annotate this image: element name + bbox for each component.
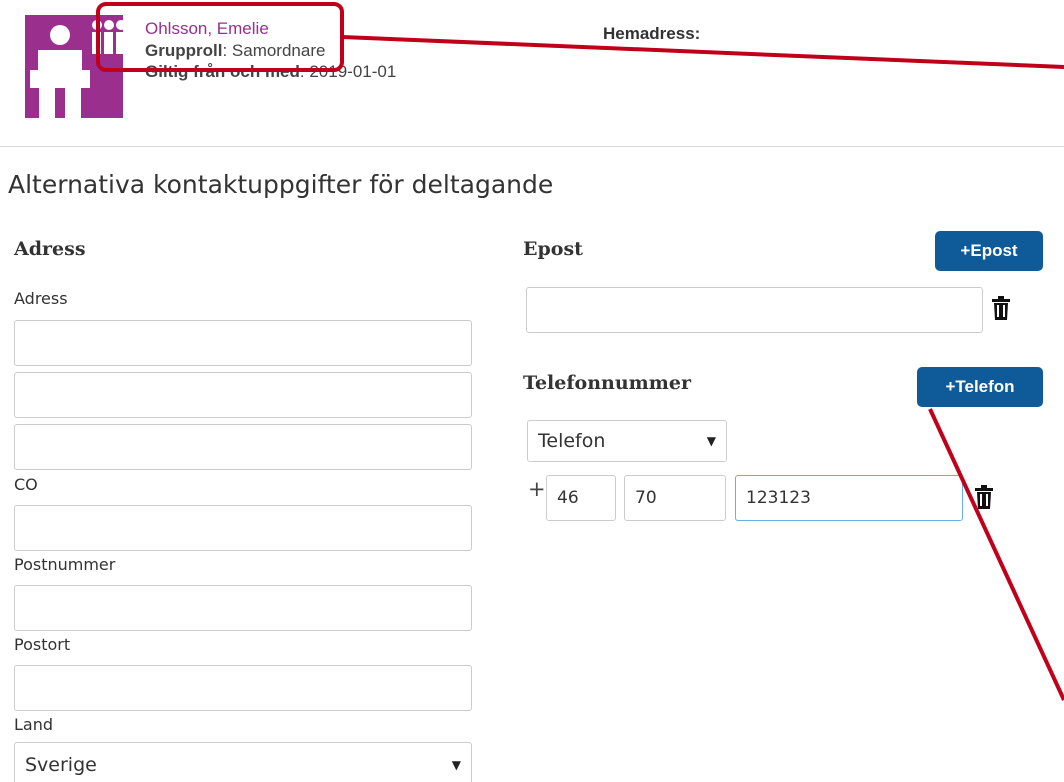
section-title: Alternativa kontaktuppgifter för deltaga… <box>8 170 554 199</box>
add-email-button[interactable]: +Epost <box>935 231 1043 271</box>
email-heading: Epost <box>523 238 583 260</box>
co-label: CO <box>14 475 38 494</box>
address-line-3-input[interactable] <box>14 424 472 470</box>
phone-number-input[interactable] <box>735 475 963 521</box>
group-role-value: : Samordnare <box>222 41 326 60</box>
trash-icon[interactable] <box>991 296 1011 320</box>
annotation-line-top <box>341 35 1064 69</box>
phone-type-value: Telefon <box>538 430 606 452</box>
add-phone-button[interactable]: +Telefon <box>917 367 1043 407</box>
annotation-line-phone <box>928 408 1064 701</box>
divider <box>0 146 1064 147</box>
user-name-link[interactable]: Ohlsson, Emelie <box>145 19 269 39</box>
trash-icon[interactable] <box>974 485 994 509</box>
page: Ohlsson, Emelie Grupproll: Samordnare Gi… <box>0 0 1064 782</box>
country-select-value: Sverige <box>25 754 97 776</box>
valid-from-value: : 2019-01-01 <box>299 62 397 81</box>
plus-sign: + <box>528 477 546 501</box>
city-label: Postort <box>14 635 71 654</box>
address-heading: Adress <box>14 238 86 260</box>
valid-from: Giltig från och med: 2019-01-01 <box>145 62 396 82</box>
area-code-input[interactable] <box>624 475 726 521</box>
co-input[interactable] <box>14 505 472 551</box>
user-group-icon <box>25 15 126 118</box>
country-select[interactable]: Sverige ▼ <box>14 742 472 782</box>
email-input[interactable] <box>526 287 983 333</box>
valid-from-label: Giltig från och med <box>145 62 300 81</box>
phone-type-select[interactable]: Telefon ▼ <box>527 420 727 462</box>
group-role: Grupproll: Samordnare <box>145 41 325 61</box>
address-label: Adress <box>14 289 68 308</box>
group-role-label: Grupproll <box>145 41 223 60</box>
phone-heading: Telefonnummer <box>523 372 691 394</box>
chevron-down-icon: ▼ <box>706 434 716 448</box>
postal-code-label: Postnummer <box>14 555 116 574</box>
country-code-input[interactable] <box>546 475 616 521</box>
address-line-2-input[interactable] <box>14 372 472 418</box>
chevron-down-icon: ▼ <box>451 758 461 772</box>
home-address-label: Hemadress: <box>603 24 701 43</box>
postal-code-input[interactable] <box>14 585 472 631</box>
country-label: Land <box>14 715 54 734</box>
city-input[interactable] <box>14 665 472 711</box>
address-line-1-input[interactable] <box>14 320 472 366</box>
